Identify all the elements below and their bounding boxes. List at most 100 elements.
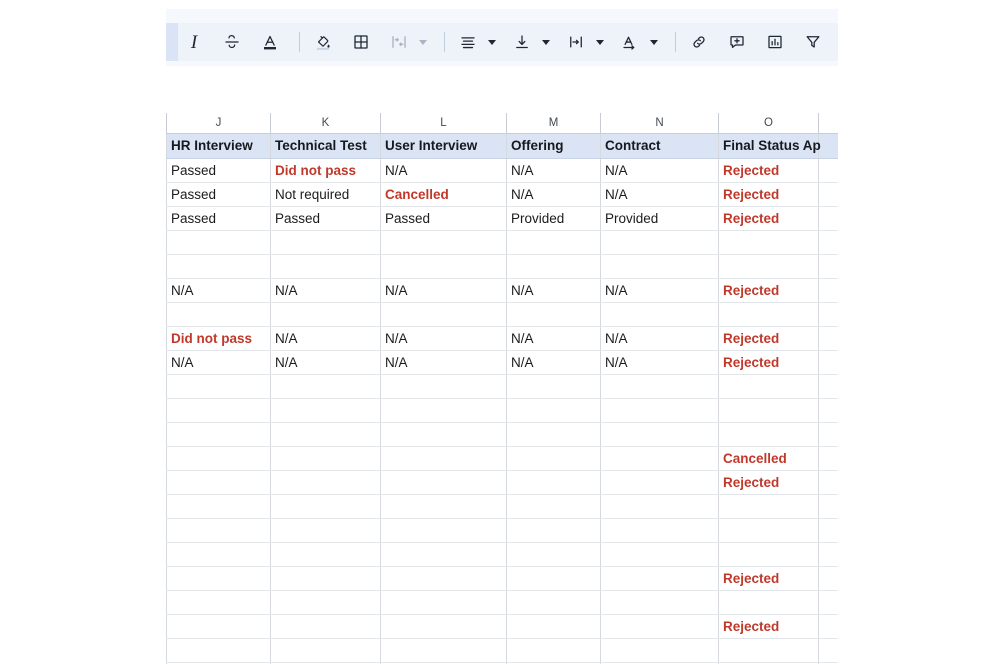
column-title-cell[interactable]	[818, 133, 838, 159]
table-cell[interactable]	[380, 542, 507, 567]
table-cell[interactable]	[166, 398, 271, 423]
text-rotation-icon[interactable]	[614, 26, 646, 58]
table-cell[interactable]	[270, 518, 381, 543]
table-cell[interactable]	[506, 374, 601, 399]
table-cell[interactable]	[818, 470, 838, 495]
table-cell[interactable]	[380, 422, 507, 447]
table-cell[interactable]	[380, 302, 507, 327]
table-cell[interactable]: N/A	[600, 326, 719, 351]
table-cell[interactable]	[270, 446, 381, 471]
table-cell[interactable]: N/A	[506, 158, 601, 183]
strikethrough-icon[interactable]	[216, 26, 248, 58]
table-cell[interactable]: N/A	[600, 158, 719, 183]
column-title-cell[interactable]: User Interview	[380, 133, 507, 159]
table-cell[interactable]	[166, 254, 271, 279]
table-cell[interactable]	[506, 422, 601, 447]
column-title-cell[interactable]: Contract	[600, 133, 719, 159]
table-cell[interactable]: Rejected	[718, 566, 819, 591]
table-cell[interactable]: N/A	[380, 158, 507, 183]
table-cell[interactable]	[600, 398, 719, 423]
table-cell[interactable]	[600, 374, 719, 399]
table-cell[interactable]	[600, 230, 719, 255]
table-cell[interactable]	[506, 230, 601, 255]
table-cell[interactable]: N/A	[166, 278, 271, 303]
column-header-K[interactable]: K	[270, 113, 381, 134]
table-cell[interactable]	[380, 374, 507, 399]
table-cell[interactable]: Rejected	[718, 350, 819, 375]
table-cell[interactable]: N/A	[506, 278, 601, 303]
column-header-O[interactable]: O	[718, 113, 819, 134]
table-cell[interactable]	[600, 302, 719, 327]
table-cell[interactable]	[506, 518, 601, 543]
table-cell[interactable]	[380, 470, 507, 495]
spreadsheet-grid[interactable]: JKLMNO HR Interview Technical Test User In…	[166, 113, 838, 664]
table-cell[interactable]	[166, 518, 271, 543]
table-cell[interactable]: Passed	[166, 206, 271, 231]
table-cell[interactable]	[600, 470, 719, 495]
table-cell[interactable]: Passed	[380, 206, 507, 231]
table-cell[interactable]: Rejected	[718, 182, 819, 207]
table-cell[interactable]: N/A	[506, 182, 601, 207]
table-cell[interactable]	[270, 638, 381, 663]
table-cell[interactable]	[600, 638, 719, 663]
table-cell[interactable]: Did not pass	[270, 158, 381, 183]
borders-icon[interactable]	[345, 26, 377, 58]
table-cell[interactable]	[600, 494, 719, 519]
table-cell[interactable]	[818, 302, 838, 327]
column-title-cell[interactable]: Final Status Ap	[718, 133, 821, 159]
table-cell[interactable]	[818, 230, 838, 255]
table-cell[interactable]	[270, 542, 381, 567]
table-cell[interactable]	[270, 566, 381, 591]
table-cell[interactable]	[270, 590, 381, 615]
table-cell[interactable]	[506, 614, 601, 639]
table-cell[interactable]: N/A	[380, 350, 507, 375]
table-cell[interactable]	[506, 566, 601, 591]
table-cell[interactable]	[818, 254, 838, 279]
table-cell[interactable]: Passed	[270, 206, 381, 231]
table-cell[interactable]	[166, 638, 271, 663]
table-cell[interactable]	[818, 350, 838, 375]
table-cell[interactable]	[166, 374, 271, 399]
table-cell[interactable]	[506, 470, 601, 495]
table-cell[interactable]	[718, 590, 819, 615]
vertical-align-icon[interactable]	[506, 26, 538, 58]
table-cell[interactable]	[818, 398, 838, 423]
table-cell[interactable]	[506, 638, 601, 663]
table-cell[interactable]	[818, 638, 838, 663]
table-cell[interactable]	[718, 542, 819, 567]
table-cell[interactable]	[818, 278, 838, 303]
table-cell[interactable]: N/A	[600, 182, 719, 207]
table-cell[interactable]	[506, 302, 601, 327]
horizontal-align-icon[interactable]	[452, 26, 484, 58]
table-cell[interactable]	[600, 422, 719, 447]
table-cell[interactable]	[718, 254, 819, 279]
table-cell[interactable]	[166, 614, 271, 639]
table-cell[interactable]	[380, 398, 507, 423]
table-cell[interactable]	[818, 446, 838, 471]
table-cell[interactable]: Rejected	[718, 470, 819, 495]
text-color-icon[interactable]	[254, 26, 286, 58]
column-header-blank[interactable]	[818, 113, 838, 134]
fill-color-icon[interactable]	[307, 26, 339, 58]
insert-chart-icon[interactable]	[759, 26, 791, 58]
table-cell[interactable]	[166, 230, 271, 255]
table-cell[interactable]	[506, 446, 601, 471]
table-cell[interactable]	[600, 254, 719, 279]
table-cell[interactable]	[818, 614, 838, 639]
table-cell[interactable]	[718, 398, 819, 423]
create-filter-icon[interactable]	[797, 26, 829, 58]
table-cell[interactable]	[718, 638, 819, 663]
table-cell[interactable]: Did not pass	[166, 326, 271, 351]
column-header-M[interactable]: M	[506, 113, 601, 134]
table-cell[interactable]	[270, 494, 381, 519]
table-cell[interactable]	[506, 494, 601, 519]
table-cell[interactable]: Rejected	[718, 278, 819, 303]
functions-icon[interactable]	[835, 26, 838, 58]
table-cell[interactable]	[380, 566, 507, 591]
table-cell[interactable]	[166, 494, 271, 519]
table-cell[interactable]: Rejected	[718, 614, 819, 639]
table-cell[interactable]	[506, 590, 601, 615]
table-cell[interactable]	[166, 542, 271, 567]
table-cell[interactable]	[718, 494, 819, 519]
table-cell[interactable]	[380, 446, 507, 471]
